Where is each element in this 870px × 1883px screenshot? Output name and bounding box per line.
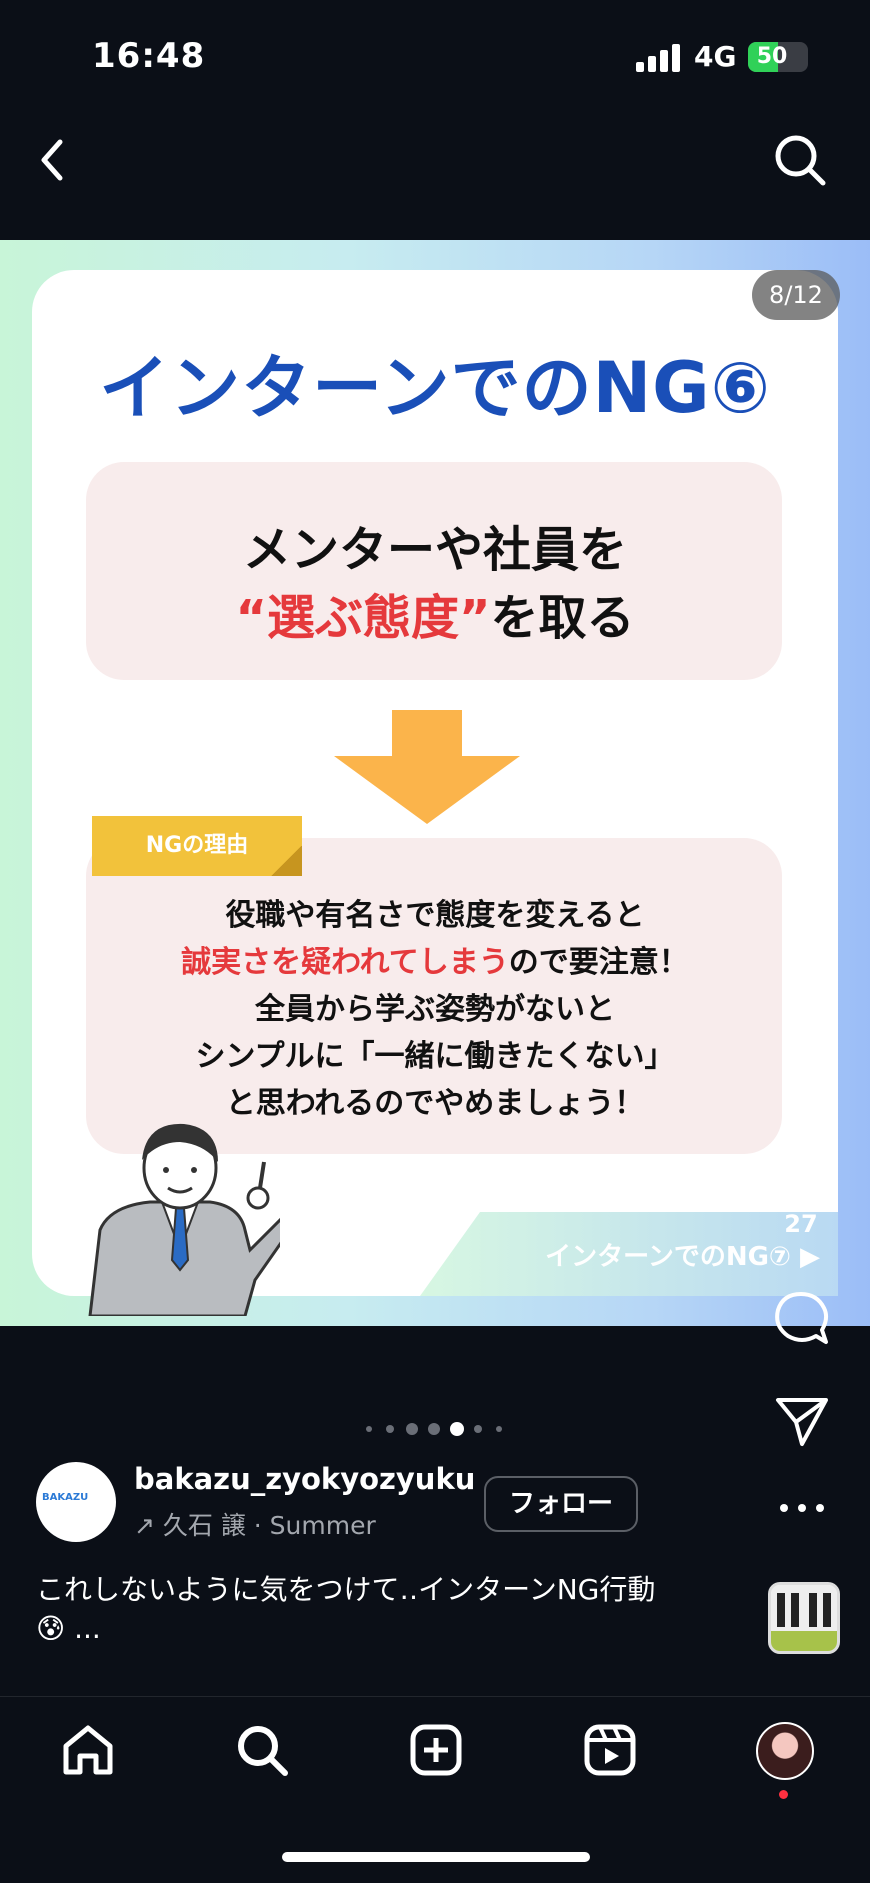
piano-keys-icon	[771, 1585, 837, 1651]
reason-highlight: 誠実さを疑われてしまう	[181, 945, 509, 980]
caption-line2[interactable]: 😰 ...	[36, 1612, 101, 1645]
carousel-dots	[360, 1420, 510, 1438]
send-icon	[776, 1398, 828, 1446]
home-indicator[interactable]	[282, 1852, 590, 1862]
caption-more: ...	[65, 1612, 101, 1645]
businessman-illustration	[88, 1123, 280, 1316]
share-button[interactable]	[774, 1396, 830, 1448]
audio-thumbnail[interactable]	[768, 1582, 840, 1654]
comment-icon	[775, 1292, 829, 1344]
back-button[interactable]	[30, 130, 80, 190]
home-icon	[63, 1725, 113, 1775]
reason-rest: ので要注意！	[508, 945, 689, 980]
headline-line2: “選ぶ態度”を取る	[0, 578, 870, 648]
post-image[interactable]: 8/12 インターンでのNG⑥ メンターや社員を “選ぶ態度”を取る NGの理由…	[0, 240, 870, 1326]
heart-icon	[773, 1129, 829, 1180]
reels-icon	[584, 1724, 636, 1776]
avatar-logo-text: BAKAZU	[42, 1492, 89, 1503]
comment-button[interactable]	[774, 1290, 830, 1346]
reason-line2: 誠実さを疑われてしまうので要注意！	[0, 937, 870, 981]
plus-square-icon	[410, 1724, 462, 1776]
down-arrow-icon	[334, 710, 520, 824]
slide-title: インターンでのNG⑥	[99, 347, 771, 429]
next-post-link[interactable]: インターンでのNG⑦ ▶	[520, 1236, 820, 1273]
network-type: 4G	[694, 40, 737, 73]
notification-dot	[779, 1790, 788, 1799]
reason-line3: 全員から学ぶ姿勢がないと	[255, 992, 615, 1027]
nav-create[interactable]	[408, 1722, 464, 1778]
more-icon	[780, 1504, 824, 1512]
search-icon	[775, 135, 826, 186]
reason-line4: シンプルに「一緒に働きたくない」	[195, 1039, 675, 1074]
audio-attribution[interactable]: ↗ 久石 譲 · Summer	[134, 1506, 376, 1542]
like-count[interactable]: 27	[770, 1210, 832, 1238]
follow-button[interactable]: フォロー	[484, 1476, 638, 1532]
caption-emoji: 😰	[36, 1612, 66, 1645]
signal-icon	[636, 44, 680, 72]
author-avatar[interactable]: BAKAZU	[36, 1462, 116, 1542]
search-icon	[238, 1726, 288, 1776]
status-time: 16:48	[92, 36, 206, 76]
search-button[interactable]	[770, 130, 830, 190]
reason-line1: 役職や有名さで態度を変えると	[225, 898, 645, 933]
headline-highlight: “選ぶ態度”	[235, 590, 491, 646]
caption-line1[interactable]: これしないように気をつけて‥インターンNG行動	[36, 1568, 655, 1608]
like-button[interactable]	[772, 1128, 830, 1182]
battery-icon: 50	[748, 42, 808, 72]
tag-fold	[270, 846, 302, 876]
nav-profile-avatar[interactable]	[756, 1722, 814, 1780]
more-button[interactable]	[776, 1498, 828, 1518]
headline-rest: を取る	[490, 590, 635, 646]
author-username[interactable]: bakazu_zyokyozyuku	[134, 1462, 475, 1496]
battery-level: 50	[756, 44, 788, 69]
headline-line1: メンターや社員を	[242, 522, 627, 578]
chevron-left-icon	[41, 139, 63, 181]
page-counter: 8/12	[752, 270, 840, 320]
nav-explore[interactable]	[234, 1722, 290, 1778]
nav-home[interactable]	[60, 1722, 116, 1778]
nav-reels[interactable]	[582, 1722, 638, 1778]
